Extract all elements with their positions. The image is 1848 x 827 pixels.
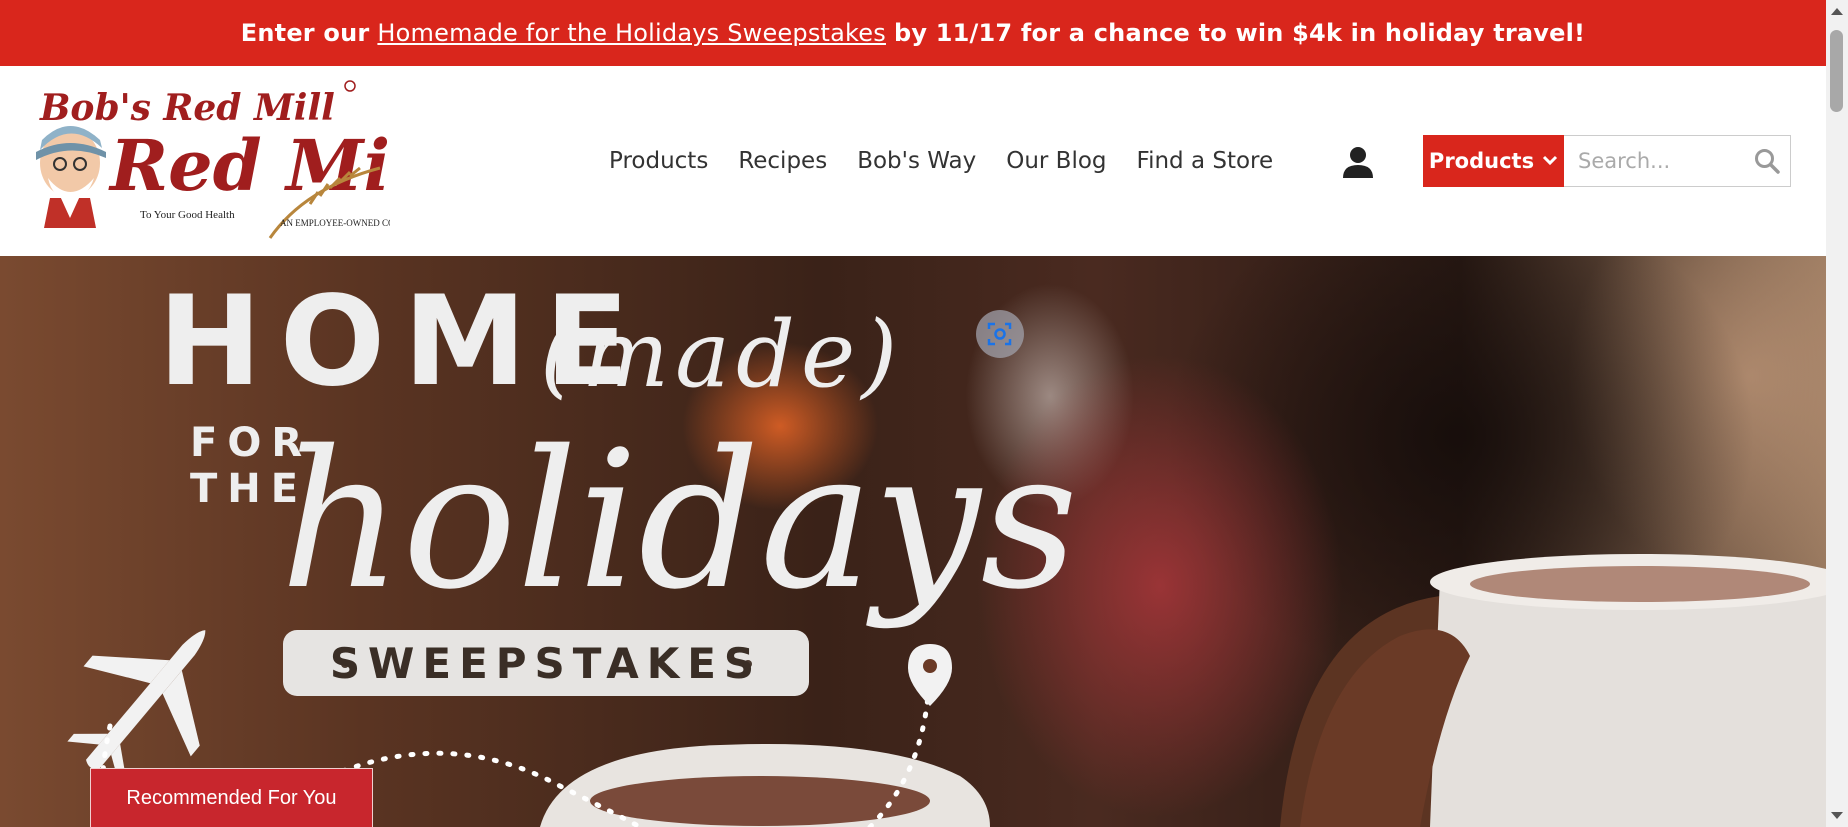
main-nav: Products Recipes Bob's Way Our Blog Find… <box>609 66 1273 256</box>
sweepstakes-badge-text: SWEEPSTAKES <box>330 639 762 688</box>
nav-products[interactable]: Products <box>609 148 708 174</box>
logo-badge: AN EMPLOYEE-OWNED COMPANY <box>280 218 390 228</box>
mug-left-image <box>540 744 990 827</box>
promo-banner: Enter our Homemade for the Holidays Swee… <box>0 0 1826 66</box>
search-box <box>1564 135 1791 187</box>
hero-banner[interactable]: HOME (made) FOR THE holidays SWEEPSTAKES <box>0 256 1826 827</box>
nav-bobs-way[interactable]: Bob's Way <box>857 148 976 174</box>
chevron-down-icon <box>1543 155 1558 166</box>
search-category-dropdown[interactable]: Products <box>1423 135 1564 187</box>
promo-suffix: by 11/17 for a chance to win $4k in holi… <box>893 19 1586 47</box>
image-search-lens-button[interactable] <box>976 310 1024 358</box>
sweepstakes-link[interactable]: Homemade for the Holidays Sweepstakes <box>377 19 886 47</box>
search-icon[interactable] <box>1754 148 1780 174</box>
search-category-label: Products <box>1428 149 1535 173</box>
nav-recipes[interactable]: Recipes <box>738 148 827 174</box>
site-header: Bob's Red Mill Red Mill To Your Good Hea… <box>0 66 1826 256</box>
account-icon[interactable] <box>1340 144 1376 180</box>
hero-holidays-text: holidays <box>280 410 1078 631</box>
recommended-for-you-button[interactable]: Recommended For You <box>90 768 373 827</box>
scroll-down-icon[interactable] <box>1831 812 1843 819</box>
map-pin-icon <box>908 644 952 706</box>
logo-bobs-text: Bob's Red Mill <box>39 87 335 129</box>
bob-portrait-icon <box>36 126 106 228</box>
search-input[interactable] <box>1564 136 1744 186</box>
svg-text:Red Mill: Red Mill <box>108 124 390 207</box>
page-scrollbar[interactable] <box>1826 0 1848 827</box>
hero-artwork: HOME (made) FOR THE holidays SWEEPSTAKES <box>67 270 1826 827</box>
lens-icon <box>987 322 1012 346</box>
logo-tagline: To Your Good Health <box>140 209 235 221</box>
scroll-thumb[interactable] <box>1830 30 1843 112</box>
scroll-up-icon[interactable] <box>1831 8 1843 15</box>
mug-right-image <box>1280 554 1826 827</box>
nav-find-a-store[interactable]: Find a Store <box>1137 148 1274 174</box>
promo-prefix: Enter our <box>240 19 370 47</box>
nav-our-blog[interactable]: Our Blog <box>1006 148 1106 174</box>
brand-logo[interactable]: Bob's Red Mill Red Mill To Your Good Hea… <box>30 78 390 248</box>
hero-made-text: (made) <box>540 301 903 408</box>
